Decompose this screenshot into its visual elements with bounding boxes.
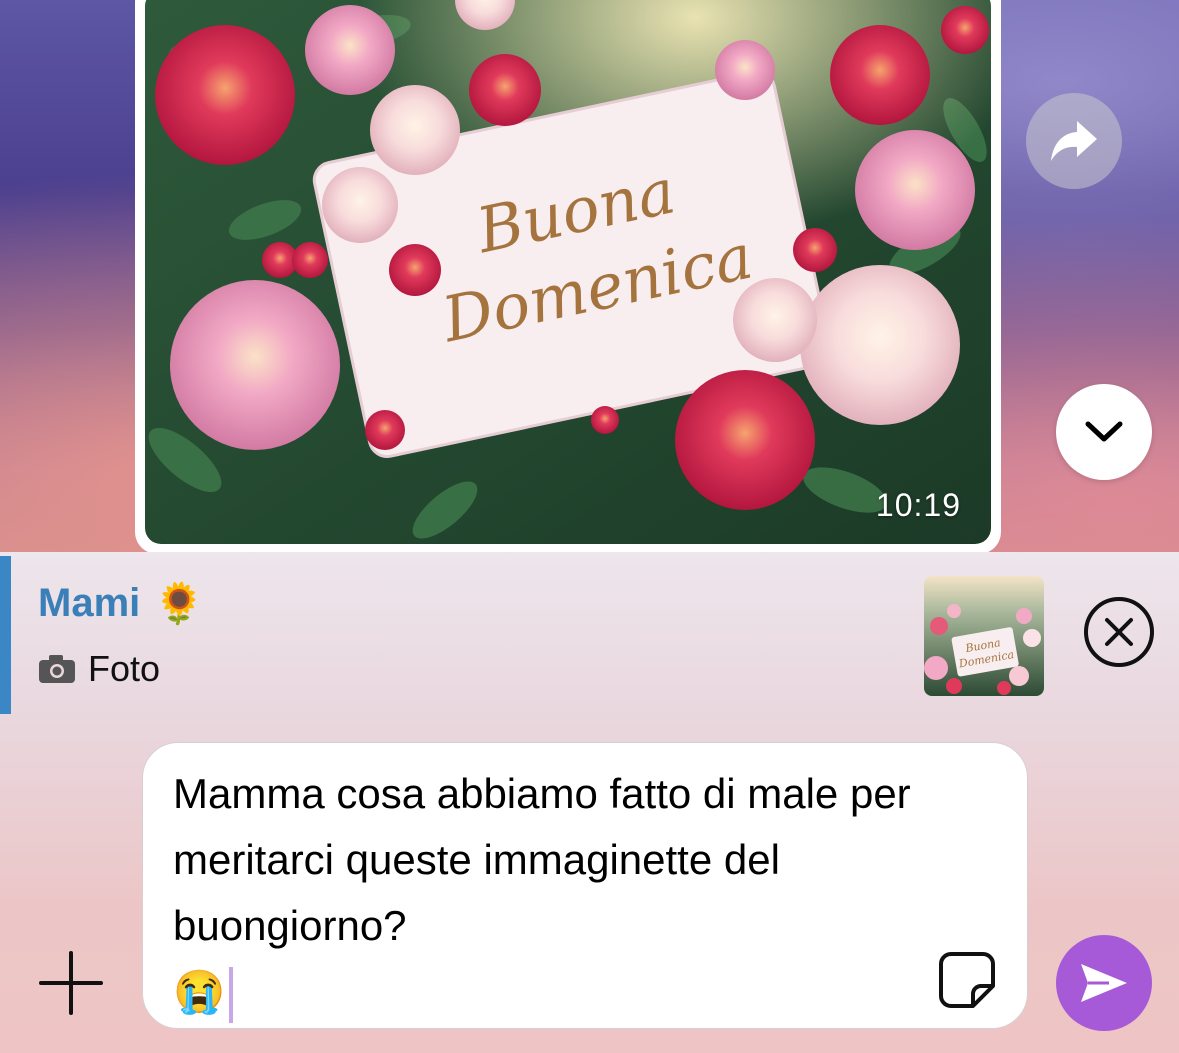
- attach-button[interactable]: [36, 948, 106, 1018]
- camera-icon: [39, 655, 75, 683]
- send-icon: [1081, 964, 1127, 1002]
- send-button[interactable]: [1056, 935, 1152, 1031]
- sticker-button[interactable]: [937, 950, 997, 1010]
- reply-sender: Mami 🌻: [38, 580, 204, 627]
- crying-emoji: 😭: [173, 968, 226, 1015]
- reply-accent-bar: [0, 556, 11, 714]
- cancel-reply-button[interactable]: [1083, 596, 1155, 668]
- message-input[interactable]: Mamma cosa abbiamo fatto di male per mer…: [142, 742, 1028, 1029]
- reply-type: Foto: [38, 648, 160, 690]
- text-caret: [229, 966, 234, 1023]
- message-input-text[interactable]: Mamma cosa abbiamo fatto di male per mer…: [173, 761, 933, 1025]
- plus-icon: [39, 951, 103, 1015]
- reply-thumbnail-image: Buona Domenica: [924, 576, 1044, 696]
- forward-arrow-icon: [1051, 121, 1097, 161]
- sunflower-emoji: 🌻: [154, 582, 205, 626]
- message-photo[interactable]: Buona Domenica 10:19: [145, 0, 991, 544]
- close-circle-icon: [1084, 597, 1154, 667]
- composer-area: Mami 🌻 Foto Buona Domenica Mamma cosa ab…: [0, 552, 1179, 1053]
- forward-button[interactable]: [1026, 93, 1122, 189]
- reply-type-label: Foto: [88, 648, 161, 689]
- reply-sender-name: Mami: [38, 581, 141, 625]
- message-time: 10:19: [875, 487, 961, 523]
- reply-thumbnail: Buona Domenica: [924, 576, 1044, 696]
- scroll-down-button[interactable]: [1056, 384, 1152, 480]
- chevron-down-icon: [1085, 421, 1123, 442]
- photo-message-bubble[interactable]: Buona Domenica 10:19: [135, 0, 1001, 554]
- sticker-icon: [939, 952, 995, 1008]
- photo-image: Buona Domenica: [145, 0, 991, 544]
- message-input-value: Mamma cosa abbiamo fatto di male per mer…: [173, 770, 911, 949]
